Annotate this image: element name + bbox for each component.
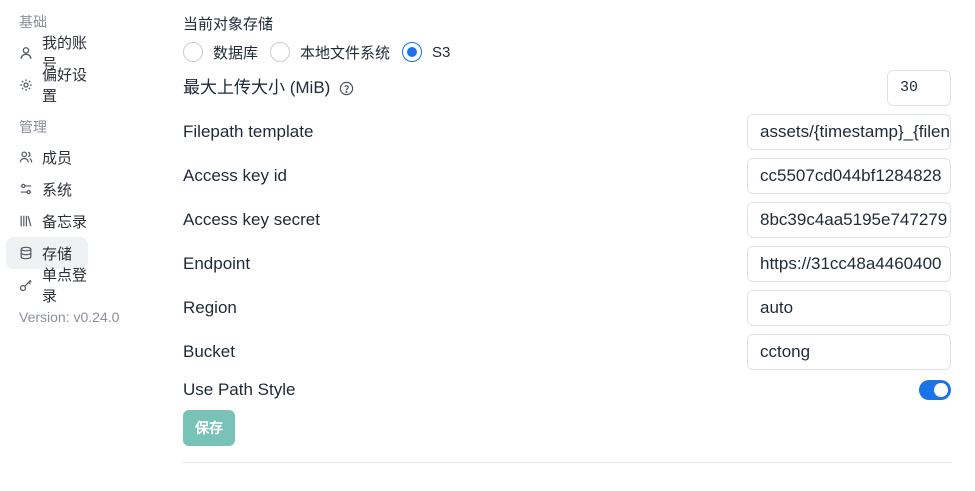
path-style-row: Use Path Style xyxy=(183,372,951,408)
radio-label: 本地文件系统 xyxy=(300,44,391,62)
access-key-id-input[interactable]: cc5507cd044bf1284828 xyxy=(747,158,951,194)
filepath-template-input[interactable]: assets/{timestamp}_{filename} xyxy=(747,114,951,150)
radio-s3[interactable]: S3 xyxy=(402,42,450,62)
sidebar-item-label: 备忘录 xyxy=(42,213,88,231)
bucket-input[interactable]: cctong xyxy=(747,334,951,370)
radio-button[interactable] xyxy=(183,42,203,62)
bucket-row: Bucket cctong xyxy=(183,334,951,370)
bucket-label: Bucket xyxy=(183,342,235,361)
access-key-id-label: Access key id xyxy=(183,166,287,185)
sidebar-item-label: 成员 xyxy=(42,149,73,167)
filepath-template-label: Filepath template xyxy=(183,122,314,141)
radio-local-filesystem[interactable]: 本地文件系统 xyxy=(270,42,390,63)
gear-icon xyxy=(19,78,33,92)
storage-type-radio-group: 数据库 本地文件系统 S3 xyxy=(183,40,462,64)
max-upload-input[interactable]: 30 xyxy=(887,70,951,106)
radio-label: 数据库 xyxy=(213,44,259,62)
max-upload-label-text: 最大上传大小 (MiB) xyxy=(183,78,331,97)
access-key-secret-row: Access key secret 8bc39c4aa5195e747279 xyxy=(183,202,951,238)
radio-button[interactable] xyxy=(270,42,291,62)
endpoint-label: Endpoint xyxy=(183,254,251,273)
database-icon xyxy=(19,246,33,260)
users-icon xyxy=(19,150,33,164)
library-icon xyxy=(19,214,33,228)
divider xyxy=(183,462,951,463)
save-button[interactable]: 保存 xyxy=(183,410,235,446)
sidebar-item-memos[interactable]: 备忘录 xyxy=(6,205,88,237)
max-upload-label: 最大上传大小 (MiB) xyxy=(183,70,354,106)
version-label: Version: v0.24.0 xyxy=(19,309,120,325)
path-style-toggle[interactable] xyxy=(919,380,951,400)
section-label-basics: 基础 xyxy=(19,14,47,30)
region-row: Region auto xyxy=(183,290,951,326)
key-icon xyxy=(19,278,33,292)
toggle-knob xyxy=(934,383,948,397)
radio-button[interactable] xyxy=(402,42,423,62)
sidebar-item-sso[interactable]: 单点登录 xyxy=(6,267,88,305)
access-key-secret-input[interactable]: 8bc39c4aa5195e747279 xyxy=(747,202,951,238)
page-title: 当前对象存储 xyxy=(183,16,274,33)
sidebar-item-preferences[interactable]: 偏好设置 xyxy=(6,67,88,105)
sidebar: 基础 我的账号 偏好设置 管理 成员 系统 备忘录 存储 单点登录 Versio… xyxy=(0,0,150,491)
sidebar-item-members[interactable]: 成员 xyxy=(6,141,88,173)
help-circle-icon[interactable] xyxy=(339,81,354,96)
user-icon xyxy=(19,46,33,60)
max-upload-row: 最大上传大小 (MiB) 30 xyxy=(183,70,951,106)
path-style-label: Use Path Style xyxy=(183,380,296,399)
sidebar-item-label: 存储 xyxy=(42,245,73,263)
filepath-template-row: Filepath template assets/{timestamp}_{fi… xyxy=(183,114,951,150)
sliders-icon xyxy=(19,182,33,196)
section-label-admin: 管理 xyxy=(19,119,47,135)
access-key-id-row: Access key id cc5507cd044bf1284828 xyxy=(183,158,951,194)
region-label: Region xyxy=(183,298,237,317)
radio-label: S3 xyxy=(432,43,451,61)
storage-settings-panel: 当前对象存储 数据库 本地文件系统 S3 最大上传大小 (MiB) 30 Fil… xyxy=(183,0,951,491)
endpoint-input[interactable]: https://31cc48a4460400 xyxy=(747,246,951,282)
sidebar-item-system[interactable]: 系统 xyxy=(6,173,88,205)
sidebar-item-label: 偏好设置 xyxy=(42,67,88,105)
access-key-secret-label: Access key secret xyxy=(183,210,320,229)
endpoint-row: Endpoint https://31cc48a4460400 xyxy=(183,246,951,282)
sidebar-item-label: 系统 xyxy=(42,181,73,199)
sidebar-item-label: 单点登录 xyxy=(42,267,88,305)
radio-database[interactable]: 数据库 xyxy=(183,42,258,63)
region-input[interactable]: auto xyxy=(747,290,951,326)
